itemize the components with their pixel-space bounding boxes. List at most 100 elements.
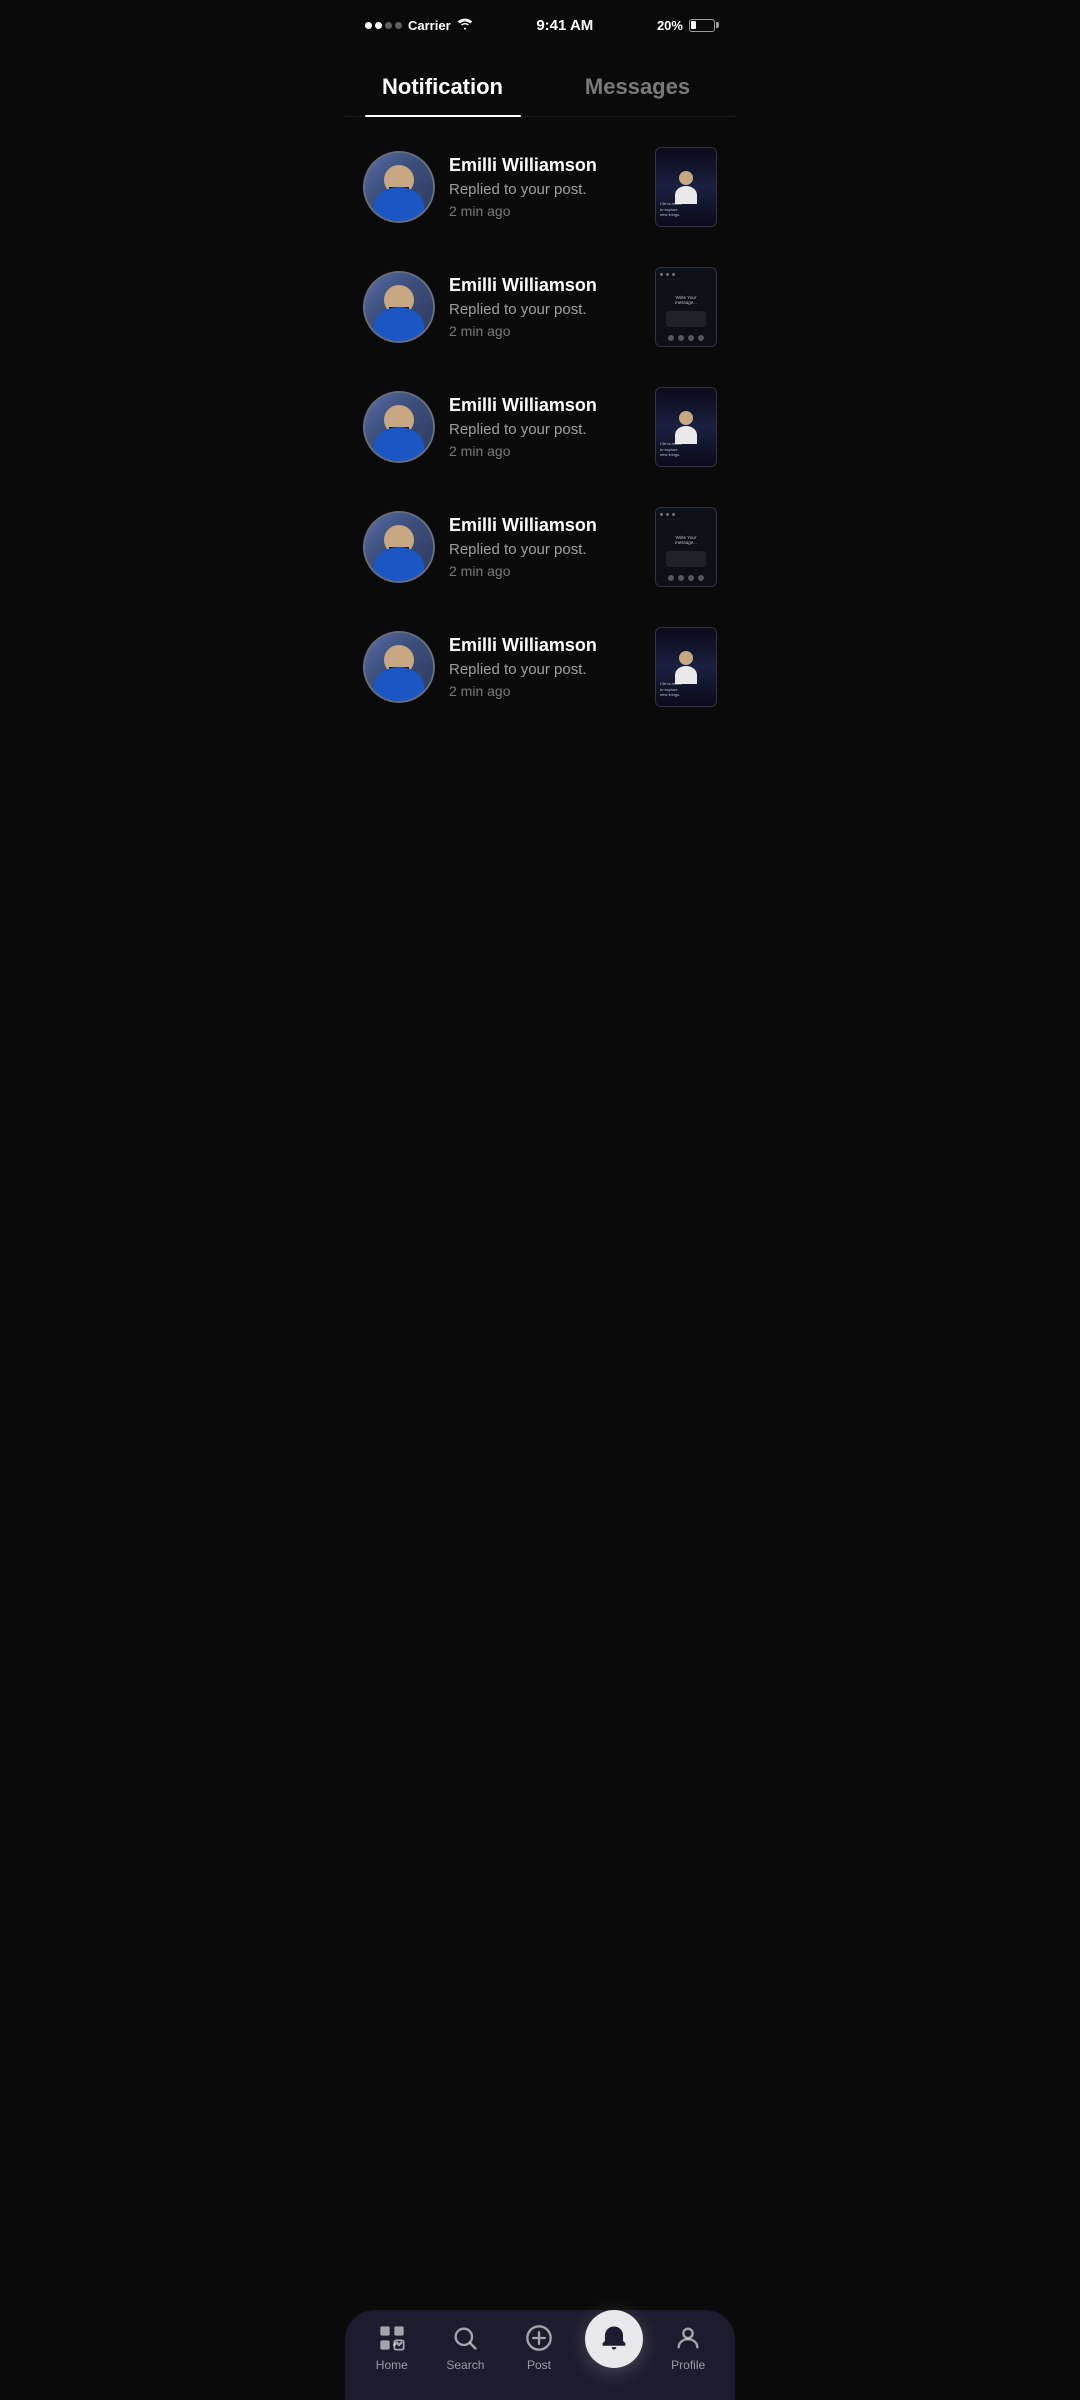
avatar-person bbox=[365, 393, 433, 461]
status-left: Carrier bbox=[365, 18, 473, 33]
avatar bbox=[363, 391, 435, 463]
battery-fill bbox=[691, 21, 695, 29]
notification-item[interactable]: Emilli Williamson Replied to your post. … bbox=[345, 607, 735, 727]
notification-item[interactable]: Emilli Williamson Replied to your post. … bbox=[345, 367, 735, 487]
nav-item-notification[interactable] bbox=[585, 2328, 643, 2368]
thumbnail-image: Life is aboutto explorenew things. bbox=[656, 628, 716, 706]
avatar-image bbox=[365, 633, 433, 701]
thumb-icons bbox=[668, 575, 704, 581]
signal-dot-3 bbox=[385, 22, 392, 29]
notification-item[interactable]: Emilli Williamson Replied to your post. … bbox=[345, 247, 735, 367]
thumbnail-image: Life is aboutto explorenew things. bbox=[656, 388, 716, 466]
avatar-image bbox=[365, 513, 433, 581]
signal-dots bbox=[365, 22, 402, 29]
tab-messages[interactable]: Messages bbox=[540, 64, 735, 116]
avatar-person bbox=[365, 153, 433, 221]
wifi-icon bbox=[457, 18, 473, 33]
signal-dot-4 bbox=[395, 22, 402, 29]
avatar-image bbox=[365, 393, 433, 461]
notif-time: 2 min ago bbox=[449, 563, 641, 579]
avatar-image bbox=[365, 273, 433, 341]
thumb-input-box bbox=[666, 311, 706, 327]
avatar bbox=[363, 271, 435, 343]
profile-icon bbox=[674, 2324, 702, 2352]
notif-time: 2 min ago bbox=[449, 323, 641, 339]
avatar-person bbox=[365, 273, 433, 341]
profile-label: Profile bbox=[671, 2358, 705, 2372]
person-body bbox=[374, 547, 424, 581]
thumb-text: Life is aboutto explorenew things. bbox=[660, 201, 712, 218]
notif-action: Replied to your post. bbox=[449, 661, 641, 678]
notif-action: Replied to your post. bbox=[449, 541, 641, 558]
notif-content: Emilli Williamson Replied to your post. … bbox=[449, 515, 641, 579]
notif-action: Replied to your post. bbox=[449, 421, 641, 438]
avatar-person bbox=[365, 513, 433, 581]
avatar bbox=[363, 631, 435, 703]
notif-thumbnail: Write Yourmessage... bbox=[655, 507, 717, 587]
avatar bbox=[363, 151, 435, 223]
thumb-head bbox=[679, 651, 693, 665]
home-icon bbox=[378, 2324, 406, 2352]
nav-item-home[interactable]: Home bbox=[364, 2324, 420, 2372]
thumb-person bbox=[675, 651, 697, 684]
battery-percent: 20% bbox=[657, 18, 683, 33]
header-tabs: Notification Messages bbox=[345, 44, 735, 117]
notif-action: Replied to your post. bbox=[449, 181, 641, 198]
status-bar: Carrier 9:41 AM 20% bbox=[345, 0, 735, 44]
thumb-head bbox=[679, 171, 693, 185]
avatar-image bbox=[365, 153, 433, 221]
notif-name: Emilli Williamson bbox=[449, 155, 641, 176]
notif-content: Emilli Williamson Replied to your post. … bbox=[449, 635, 641, 699]
notifications-list: Emilli Williamson Replied to your post. … bbox=[345, 117, 735, 737]
notif-name: Emilli Williamson bbox=[449, 395, 641, 416]
notif-time: 2 min ago bbox=[449, 683, 641, 699]
nav-item-post[interactable]: Post bbox=[511, 2324, 567, 2372]
thumb-text: Life is aboutto explorenew things. bbox=[660, 681, 712, 698]
notif-thumbnail: Write Yourmessage... bbox=[655, 267, 717, 347]
thumbnail-image: Write Yourmessage... bbox=[656, 268, 716, 346]
thumb-person bbox=[675, 171, 697, 204]
notif-name: Emilli Williamson bbox=[449, 515, 641, 536]
notif-time: 2 min ago bbox=[449, 443, 641, 459]
home-label: Home bbox=[376, 2358, 408, 2372]
thumb-input-box bbox=[666, 551, 706, 567]
notif-thumbnail: Life is aboutto explorenew things. bbox=[655, 387, 717, 467]
status-time: 9:41 AM bbox=[536, 17, 593, 34]
signal-dot-2 bbox=[375, 22, 382, 29]
status-right: 20% bbox=[657, 18, 715, 33]
post-label: Post bbox=[527, 2358, 551, 2372]
signal-dot-1 bbox=[365, 22, 372, 29]
thumb-label: Write Yourmessage... bbox=[675, 535, 697, 545]
nav-item-search[interactable]: Search bbox=[437, 2324, 493, 2372]
bottom-nav: Home Search Post bbox=[345, 2310, 735, 2400]
thumb-person bbox=[675, 411, 697, 444]
person-body bbox=[374, 187, 424, 221]
search-icon bbox=[451, 2324, 479, 2352]
avatar bbox=[363, 511, 435, 583]
notif-content: Emilli Williamson Replied to your post. … bbox=[449, 275, 641, 339]
thumb-head bbox=[679, 411, 693, 425]
search-label: Search bbox=[446, 2358, 484, 2372]
nav-item-profile[interactable]: Profile bbox=[660, 2324, 716, 2372]
notification-active-button[interactable] bbox=[585, 2310, 643, 2368]
notif-thumbnail: Life is aboutto explorenew things. bbox=[655, 627, 717, 707]
person-body bbox=[374, 667, 424, 701]
thumb-label: Write Yourmessage... bbox=[675, 295, 697, 305]
thumbnail-image: Write Yourmessage... bbox=[656, 508, 716, 586]
avatar-person bbox=[365, 633, 433, 701]
notification-item[interactable]: Emilli Williamson Replied to your post. … bbox=[345, 127, 735, 247]
notif-name: Emilli Williamson bbox=[449, 275, 641, 296]
thumbnail-image: Life is aboutto explorenew things. bbox=[656, 148, 716, 226]
notif-name: Emilli Williamson bbox=[449, 635, 641, 656]
notif-action: Replied to your post. bbox=[449, 301, 641, 318]
notif-time: 2 min ago bbox=[449, 203, 641, 219]
tab-notification[interactable]: Notification bbox=[345, 64, 540, 116]
post-icon bbox=[525, 2324, 553, 2352]
carrier-label: Carrier bbox=[408, 18, 451, 33]
thumb-dots bbox=[660, 513, 675, 516]
thumb-text: Life is aboutto explorenew things. bbox=[660, 441, 712, 458]
battery-icon bbox=[689, 19, 715, 32]
notification-item[interactable]: Emilli Williamson Replied to your post. … bbox=[345, 487, 735, 607]
notif-content: Emilli Williamson Replied to your post. … bbox=[449, 155, 641, 219]
notif-thumbnail: Life is aboutto explorenew things. bbox=[655, 147, 717, 227]
